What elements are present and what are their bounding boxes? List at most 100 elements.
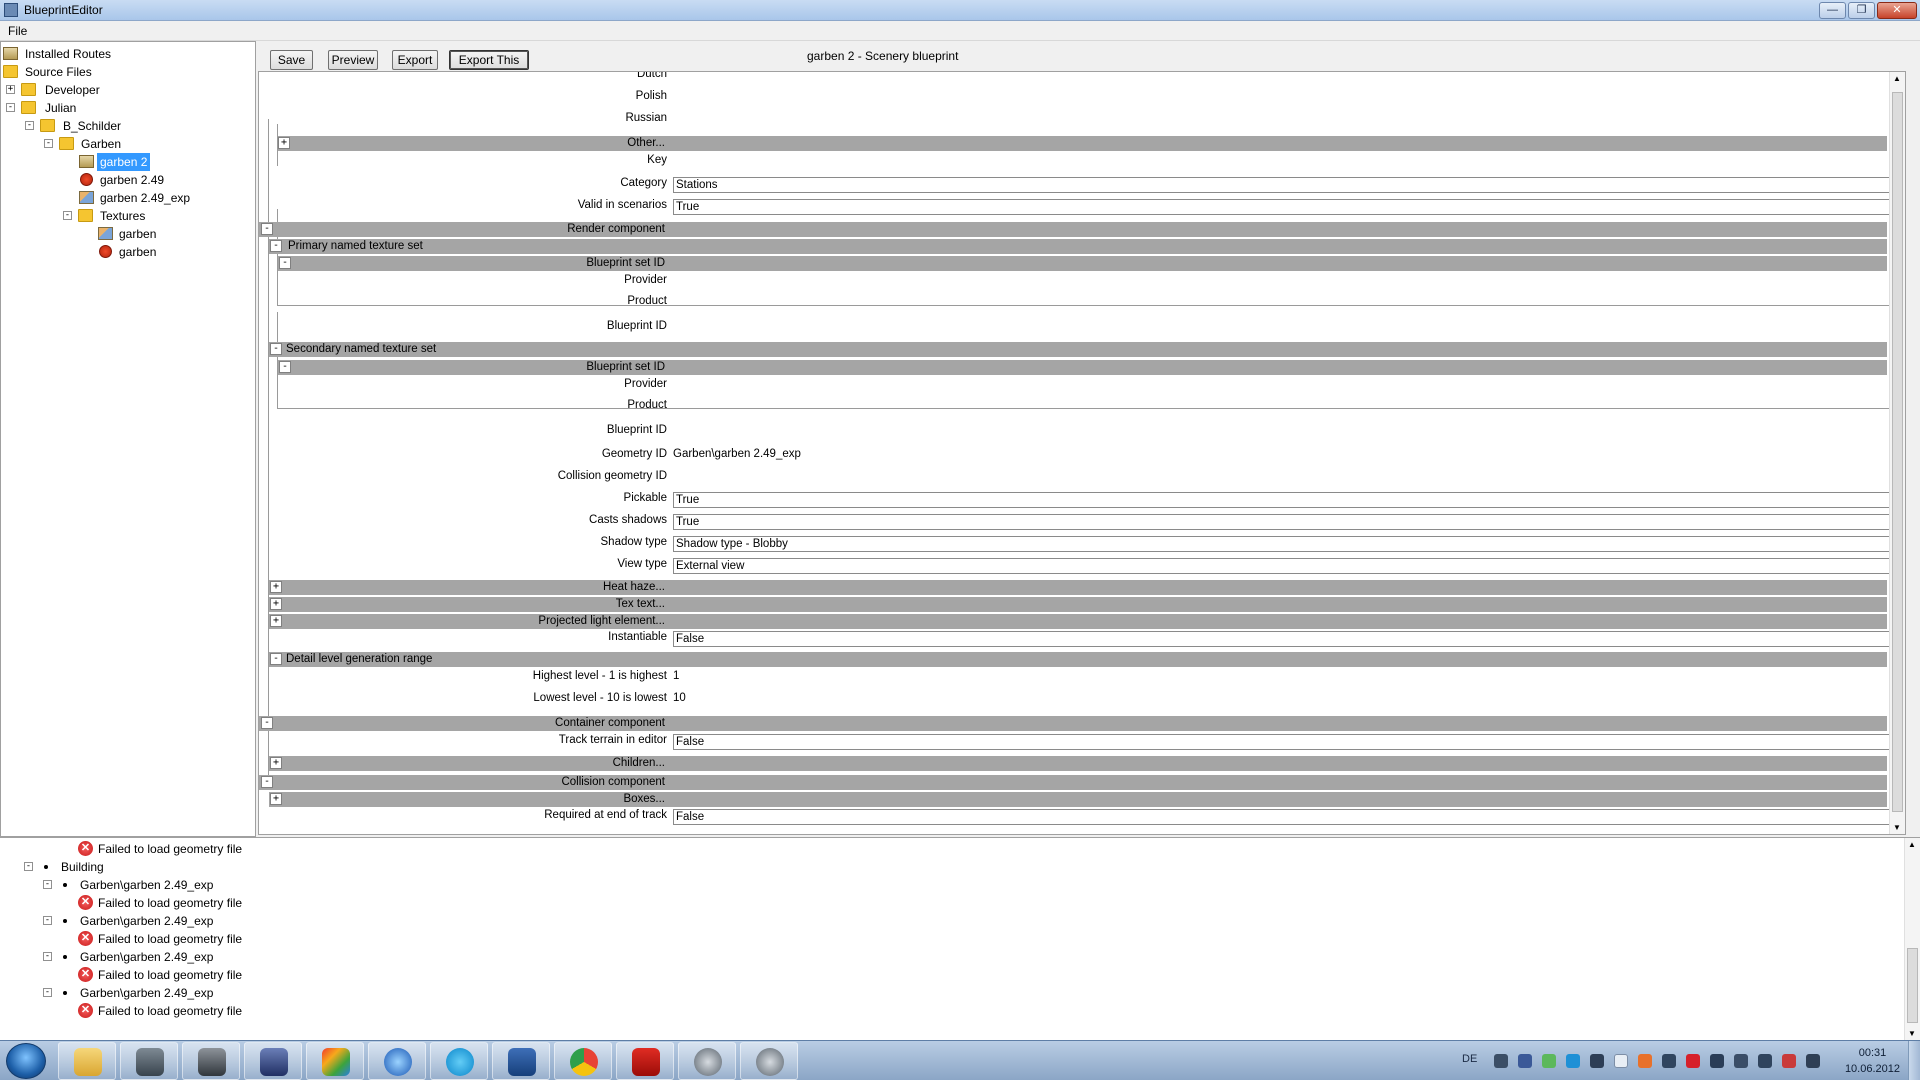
- pickable-select[interactable]: True▼: [673, 492, 1905, 508]
- speaker-icon[interactable]: [1662, 1054, 1676, 1068]
- maximize-button[interactable]: ❐: [1848, 2, 1875, 19]
- prop-lowest-level[interactable]: Lowest level - 10 is lowest10▲▼: [259, 690, 1905, 708]
- group-tex-text[interactable]: [269, 597, 1887, 612]
- taskbar-explorer[interactable]: [58, 1042, 116, 1080]
- collapse-toggle[interactable]: -: [44, 139, 53, 148]
- category-select[interactable]: Stations▼: [673, 177, 1905, 193]
- document-icon[interactable]: [1614, 1054, 1628, 1068]
- expand-toggle[interactable]: +: [270, 757, 282, 769]
- group-other[interactable]: [278, 136, 1887, 151]
- collapse-toggle[interactable]: -: [270, 240, 282, 252]
- taskbar-acrobat[interactable]: [616, 1042, 674, 1080]
- expand-toggle[interactable]: +: [278, 137, 290, 149]
- group-blueprint-set-id-2[interactable]: [278, 360, 1887, 375]
- casts-shadows-select[interactable]: True▼: [673, 514, 1905, 530]
- collapse-toggle[interactable]: -: [261, 776, 273, 788]
- required-end-track-select[interactable]: False▼: [673, 809, 1905, 825]
- collapse-toggle[interactable]: -: [261, 223, 273, 235]
- view-type-select[interactable]: External view▼: [673, 558, 1905, 574]
- prop-collision-geometry-id[interactable]: Collision geometry ID: [259, 468, 1905, 486]
- taskbar-program-1[interactable]: [678, 1042, 736, 1080]
- group-boxes[interactable]: [269, 792, 1887, 807]
- clock[interactable]: 00:31 10.06.2012: [1845, 1045, 1900, 1077]
- power-icon[interactable]: [1806, 1054, 1820, 1068]
- log-scrollbar[interactable]: ▲ ▼: [1904, 838, 1920, 1040]
- property-scrollbar[interactable]: ▲ ▼: [1889, 72, 1905, 834]
- group-render-component[interactable]: [259, 222, 1887, 237]
- prop-dutch[interactable]: Dutch: [259, 72, 1905, 84]
- group-blueprint-set-id[interactable]: [278, 256, 1887, 271]
- expand-toggle[interactable]: +: [6, 85, 15, 94]
- group-container-component[interactable]: [259, 716, 1887, 731]
- collapse-toggle[interactable]: -: [270, 343, 282, 355]
- group-secondary-texture-set[interactable]: [269, 342, 1887, 357]
- language-indicator[interactable]: DE: [1462, 1053, 1477, 1065]
- close-button[interactable]: ✕: [1877, 2, 1917, 19]
- expand-toggle[interactable]: +: [270, 615, 282, 627]
- group-children[interactable]: [269, 756, 1887, 771]
- expand-toggle[interactable]: +: [270, 598, 282, 610]
- flag-icon[interactable]: [1782, 1054, 1796, 1068]
- save-button[interactable]: Save: [270, 50, 313, 70]
- collapse-toggle[interactable]: -: [43, 880, 52, 889]
- collapse-toggle[interactable]: -: [279, 361, 291, 373]
- prop-highest-level[interactable]: Highest level - 1 is highest1▲▼: [259, 668, 1905, 686]
- lowest-level-value[interactable]: 10: [673, 692, 686, 704]
- monitor-icon[interactable]: [1590, 1054, 1604, 1068]
- menu-file[interactable]: File: [8, 24, 27, 38]
- skype-tray-icon[interactable]: [1566, 1054, 1580, 1068]
- steam-icon[interactable]: [1710, 1054, 1724, 1068]
- prop-polish[interactable]: Polish: [259, 88, 1905, 106]
- prop-russian[interactable]: Russian: [259, 110, 1905, 128]
- expand-toggle[interactable]: +: [270, 581, 282, 593]
- collapse-toggle[interactable]: -: [63, 211, 72, 220]
- highest-level-value[interactable]: 1: [673, 670, 679, 682]
- taskbar-itunes[interactable]: [368, 1042, 426, 1080]
- display-icon[interactable]: [1734, 1054, 1748, 1068]
- taskbar-stocks[interactable]: [492, 1042, 550, 1080]
- network-icon[interactable]: [1494, 1054, 1508, 1068]
- prop-blueprint-id-2[interactable]: Blueprint ID: [259, 422, 1905, 440]
- prop-product[interactable]: Product: [259, 293, 1905, 311]
- group-primary-texture-set[interactable]: [269, 239, 1887, 254]
- instantiable-select[interactable]: False▼: [673, 631, 1905, 647]
- collapse-toggle[interactable]: -: [261, 717, 273, 729]
- taskbar-chrome[interactable]: [554, 1042, 612, 1080]
- collapse-toggle[interactable]: -: [6, 103, 15, 112]
- collapse-toggle[interactable]: -: [270, 653, 282, 665]
- export-button[interactable]: Export: [392, 50, 438, 70]
- show-desktop-button[interactable]: [1908, 1041, 1920, 1080]
- taskbar-totalcmd[interactable]: [120, 1042, 178, 1080]
- scroll-up-icon[interactable]: ▲: [1908, 840, 1916, 849]
- prop-geometry-id[interactable]: Geometry ID Garben\garben 2.49_exp: [259, 446, 1905, 464]
- prop-blueprint-id[interactable]: Blueprint ID: [259, 318, 1905, 336]
- scroll-down-icon[interactable]: ▼: [1908, 1029, 1916, 1038]
- scroll-thumb[interactable]: [1907, 948, 1918, 1023]
- taskbar-windows-live[interactable]: [306, 1042, 364, 1080]
- expand-toggle[interactable]: +: [270, 793, 282, 805]
- taskbar-railworks[interactable]: [244, 1042, 302, 1080]
- track-terrain-select[interactable]: False▼: [673, 734, 1905, 750]
- update-icon[interactable]: [1638, 1054, 1652, 1068]
- prop-provider[interactable]: Provider: [259, 272, 1905, 290]
- antivirus-icon[interactable]: [1686, 1054, 1700, 1068]
- taskbar-worldoftanks[interactable]: [182, 1042, 240, 1080]
- scroll-down-icon[interactable]: ▼: [1893, 823, 1901, 832]
- scroll-thumb[interactable]: [1892, 92, 1903, 812]
- taskbar-skype[interactable]: [430, 1042, 488, 1080]
- shadow-type-select[interactable]: Shadow type - Blobby▼: [673, 536, 1905, 552]
- chart-tray-icon[interactable]: [1758, 1054, 1772, 1068]
- collapse-toggle[interactable]: -: [43, 916, 52, 925]
- collapse-toggle[interactable]: -: [24, 862, 33, 871]
- collapse-toggle[interactable]: -: [279, 257, 291, 269]
- check-icon[interactable]: [1542, 1054, 1556, 1068]
- geometry-id-value[interactable]: Garben\garben 2.49_exp: [673, 448, 801, 460]
- minimize-button[interactable]: —: [1819, 2, 1846, 19]
- facebook-icon[interactable]: [1518, 1054, 1532, 1068]
- prop-provider-2[interactable]: Provider: [259, 376, 1905, 394]
- group-collision-component[interactable]: [259, 775, 1887, 790]
- collapse-toggle[interactable]: -: [43, 988, 52, 997]
- scroll-up-icon[interactable]: ▲: [1893, 74, 1901, 83]
- group-projected-light[interactable]: [269, 614, 1887, 629]
- group-heat-haze[interactable]: [269, 580, 1887, 595]
